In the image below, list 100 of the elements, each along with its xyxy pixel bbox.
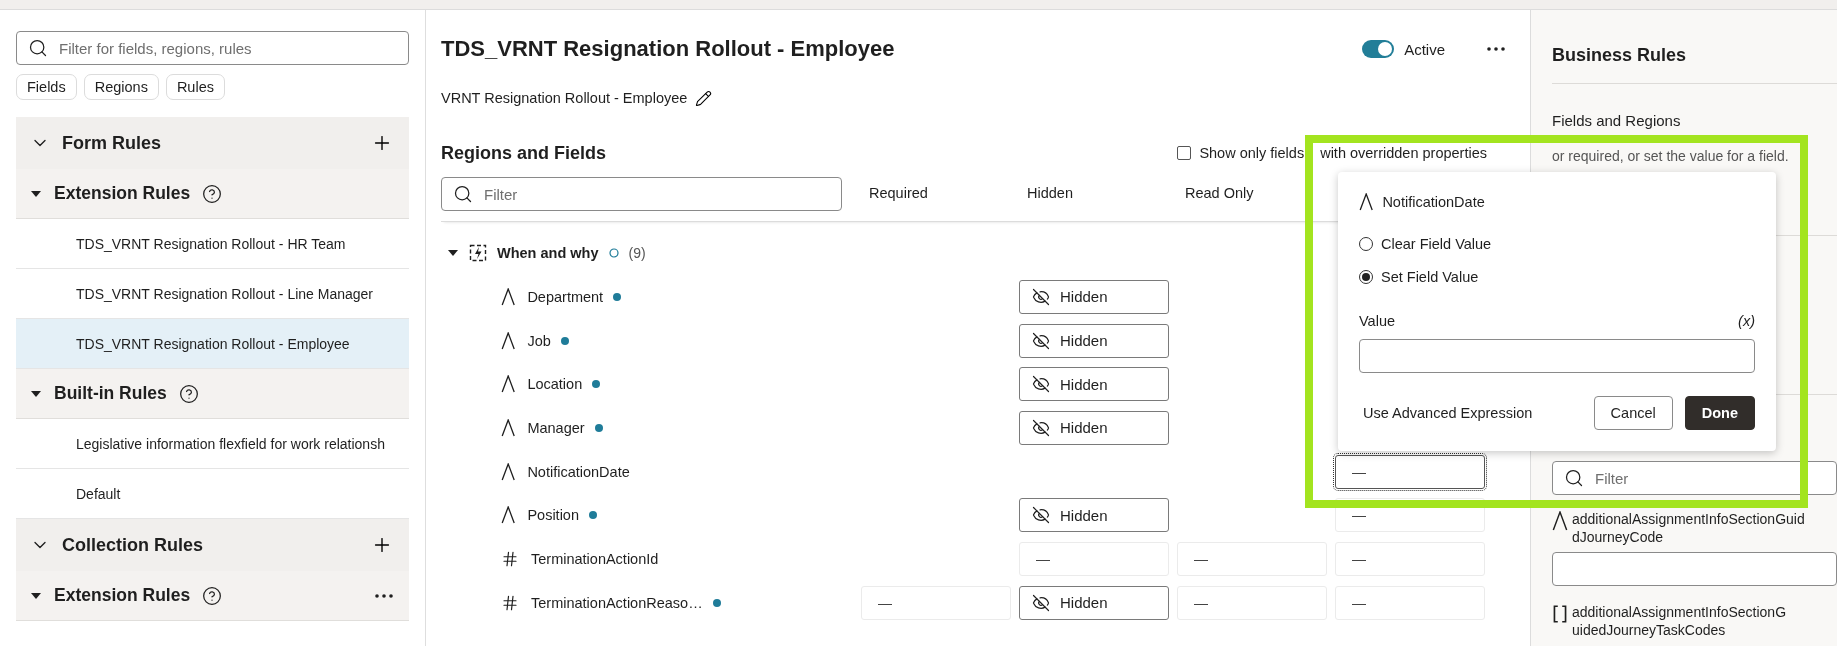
eye-off-icon	[1032, 418, 1050, 437]
pencil-icon	[695, 89, 713, 107]
ellipsis-icon	[375, 593, 393, 598]
text-type-icon	[1359, 193, 1374, 211]
hidden-toggle-button[interactable]: Hidden	[1019, 323, 1169, 358]
more-button[interactable]	[1487, 47, 1505, 51]
help-icon[interactable]	[202, 183, 223, 204]
checkbox-label: with overridden properties	[1320, 145, 1487, 161]
field-name: TerminationActionId	[531, 550, 659, 567]
column-header: Hidden	[1026, 184, 1074, 201]
section-header[interactable]: Form Rules	[16, 117, 409, 169]
eye-off-icon	[1032, 506, 1050, 525]
rule-item[interactable]: TDS_VRNT Resignation Rollout - Employee	[16, 319, 409, 369]
active-switch[interactable]	[1362, 40, 1395, 58]
eye-off-icon	[1032, 331, 1050, 350]
page-title: TDS_VRNT Resignation Rollout - Employee	[441, 36, 895, 62]
caret-icon[interactable]	[30, 189, 42, 198]
section-description: or required, or set the value for a field.	[1552, 148, 1790, 164]
hash-icon	[501, 549, 519, 568]
section-title: Form Rules	[62, 132, 162, 154]
hidden-toggle-button[interactable]: Hidden	[1019, 410, 1169, 445]
help-icon[interactable]	[178, 383, 199, 404]
field-name: Job	[527, 332, 551, 349]
subsection-title: Extension Rules	[54, 183, 191, 204]
section-header[interactable]: Collection Rules	[16, 519, 409, 571]
field-name: additionalAssignmentInfoSectionG uidedJourneyTaskCodes	[1572, 604, 1787, 639]
property-field[interactable]: —	[1019, 541, 1169, 576]
expression-button[interactable]: (x)	[1738, 313, 1755, 329]
property-field[interactable]: —	[1335, 454, 1485, 489]
hidden-toggle-button[interactable]: Hidden	[1019, 498, 1169, 533]
eye-off-icon	[1032, 375, 1050, 394]
text-type-icon	[501, 462, 516, 481]
checkbox-label: Show only fields	[1199, 145, 1305, 161]
field-label: Value	[1359, 313, 1395, 329]
field-name: additionalAssignmentInfoSectionGuid dJourneyCode	[1572, 511, 1805, 546]
caret-icon[interactable]	[447, 249, 459, 257]
radio-option[interactable]: Set Field Value	[1359, 267, 1755, 287]
caret-icon[interactable]	[30, 389, 42, 398]
subsection-title: Extension Rules	[54, 585, 191, 606]
status-circle-icon	[608, 248, 619, 258]
help-icon[interactable]	[202, 585, 223, 606]
text-type-icon	[501, 506, 516, 525]
property-field[interactable]: —	[1177, 585, 1327, 620]
hidden-toggle-button[interactable]: Hidden	[1019, 585, 1169, 620]
subsection-header[interactable]: Built-in Rules	[16, 369, 409, 419]
eye-off-icon	[1032, 287, 1050, 306]
column-header: Required	[868, 184, 929, 201]
subsection-header[interactable]: Extension Rules	[16, 169, 409, 219]
radio-label: Clear Field Value	[1381, 236, 1492, 252]
group-name: When and why	[497, 245, 599, 261]
hidden-toggle-button[interactable]: Hidden	[1019, 279, 1169, 314]
cancel-button[interactable]: Cancel	[1593, 396, 1673, 430]
caret-icon[interactable]	[30, 591, 42, 600]
done-button[interactable]: Done	[1684, 396, 1755, 430]
text-type-icon	[501, 418, 516, 437]
advanced-expression-button[interactable]: Use Advanced Expression	[1359, 405, 1533, 421]
edit-button[interactable]	[695, 89, 713, 107]
subsection-header[interactable]: Extension Rules	[16, 571, 409, 621]
popup-field-name: NotificationDate	[1382, 194, 1485, 210]
field-count: (9)	[628, 245, 646, 261]
filter-field[interactable]: Filter	[441, 177, 842, 211]
radio-option[interactable]: Clear Field Value	[1359, 234, 1755, 254]
subtitle: VRNT Resignation Rollout - Employee	[441, 90, 688, 106]
section-title: Regions and Fields	[441, 142, 607, 164]
value-field[interactable]	[1359, 339, 1755, 373]
property-field[interactable]: —	[1335, 498, 1485, 533]
field-name: Department	[527, 288, 604, 305]
search-icon	[453, 184, 473, 204]
filter-chip[interactable]: Regions	[83, 74, 159, 100]
hash-icon	[501, 593, 519, 612]
ellipsis-icon	[1487, 47, 1505, 51]
brackets-icon	[1552, 604, 1568, 624]
eye-off-icon	[1032, 593, 1050, 612]
search-field[interactable]: Filter for fields, regions, rules	[16, 31, 409, 65]
value-field[interactable]	[1552, 552, 1837, 586]
field-name: Position	[527, 507, 579, 524]
property-field[interactable]: —	[1335, 541, 1485, 576]
overridden-checkbox[interactable]: Show only fields with overridden properties	[1177, 145, 1487, 161]
region-icon	[469, 244, 487, 262]
more-button[interactable]	[375, 593, 393, 598]
search-icon	[1564, 468, 1584, 488]
text-type-icon	[501, 375, 516, 394]
hidden-toggle-button[interactable]: Hidden	[1019, 367, 1169, 402]
filter-chip[interactable]: Rules	[165, 74, 225, 100]
property-field[interactable]: —	[1177, 541, 1327, 576]
field-name: Manager	[527, 419, 585, 436]
filter-chip[interactable]: Fields	[16, 74, 77, 100]
filter-field[interactable]: Filter	[1552, 461, 1837, 495]
section-title: Fields and Regions	[1552, 112, 1682, 129]
property-field[interactable]: —	[1335, 585, 1485, 620]
subsection-title: Built-in Rules	[54, 383, 167, 404]
field-name: NotificationDate	[527, 463, 630, 480]
property-field[interactable]: —	[861, 585, 1011, 620]
text-type-icon	[501, 331, 516, 350]
text-type-icon	[501, 287, 516, 306]
checkbox-icon[interactable]	[1177, 146, 1192, 160]
column-header: Read Only	[1184, 184, 1255, 201]
text-type-icon	[1552, 511, 1568, 531]
panel-title: Business Rules	[1552, 45, 1688, 66]
field-name: Location	[527, 376, 583, 393]
